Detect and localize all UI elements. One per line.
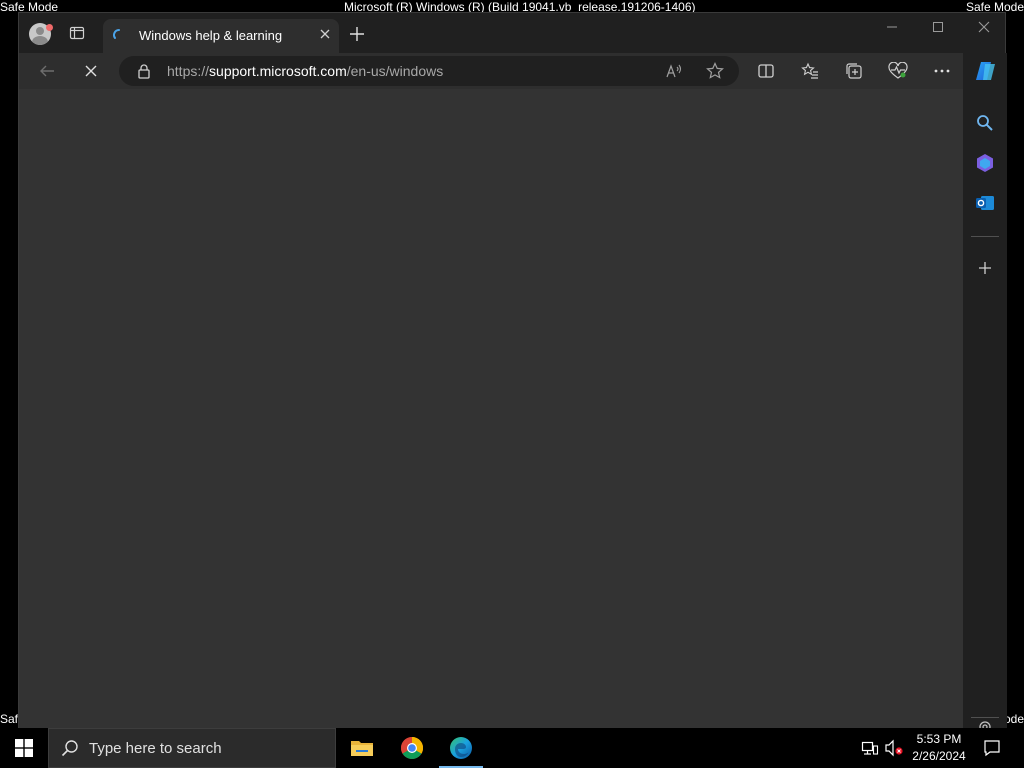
network-icon[interactable] xyxy=(860,738,880,758)
tab-actions-icon[interactable] xyxy=(69,25,85,41)
safe-mode-label-bottom-right: Safe Mode xyxy=(1004,712,1024,726)
url-path: /en-us/windows xyxy=(346,63,444,79)
stop-loading-button[interactable] xyxy=(77,57,105,85)
clock-time: 5:53 PM xyxy=(916,732,962,746)
url-scheme: https:// xyxy=(167,63,210,79)
favorites-icon[interactable] xyxy=(796,57,824,85)
chrome-icon[interactable] xyxy=(388,728,436,768)
navigation-toolbar: https://support.microsoft.com/en-us/wind… xyxy=(19,53,963,89)
loading-spinner-icon xyxy=(113,28,125,40)
start-button[interactable] xyxy=(0,728,48,768)
browser-window: Windows help & learning https://support.… xyxy=(18,12,1007,729)
close-window-button[interactable] xyxy=(961,13,1007,41)
favorite-star-icon[interactable] xyxy=(701,57,729,85)
collections-icon[interactable] xyxy=(840,57,868,85)
more-options-icon[interactable] xyxy=(928,57,956,85)
url-host: support.microsoft.com xyxy=(209,63,347,79)
windows-logo-icon xyxy=(15,739,33,757)
taskbar: Type here to search 5:53 PM 2/26/2024 xyxy=(0,728,1024,768)
clock-date: 2/26/2024 xyxy=(912,749,966,763)
lock-icon[interactable] xyxy=(137,63,151,84)
games-icon[interactable] xyxy=(971,149,999,177)
maximize-button[interactable] xyxy=(915,13,961,41)
outlook-icon[interactable] xyxy=(971,189,999,217)
taskbar-clock[interactable]: 5:53 PM 2/26/2024 xyxy=(908,731,970,765)
back-button[interactable] xyxy=(33,57,61,85)
tab-windows-help[interactable]: Windows help & learning xyxy=(103,19,339,53)
taskbar-search-box[interactable]: Type here to search xyxy=(48,728,336,768)
profile-notification-dot xyxy=(46,24,53,31)
sidebar-divider xyxy=(971,236,999,237)
address-bar[interactable]: https://support.microsoft.com/en-us/wind… xyxy=(119,56,739,86)
url-text[interactable]: https://support.microsoft.com/en-us/wind… xyxy=(167,63,443,79)
read-aloud-icon[interactable] xyxy=(661,57,689,85)
browser-essentials-icon[interactable] xyxy=(884,57,912,85)
safe-mode-label-bottom-left: Safe Mode xyxy=(0,712,18,726)
tab-close-icon[interactable] xyxy=(317,26,333,42)
sidebar-divider-bottom xyxy=(971,717,999,718)
minimize-button[interactable] xyxy=(869,13,915,41)
add-sidebar-app-icon[interactable] xyxy=(971,254,999,282)
search-sidebar-icon[interactable] xyxy=(971,109,999,137)
file-explorer-icon[interactable] xyxy=(338,728,386,768)
edge-sidebar xyxy=(963,53,1007,729)
notification-center-icon[interactable] xyxy=(982,738,1002,758)
search-icon xyxy=(61,739,79,762)
new-tab-button[interactable] xyxy=(349,26,365,42)
copilot-icon[interactable] xyxy=(971,57,999,85)
split-screen-icon[interactable] xyxy=(752,57,780,85)
tab-title: Windows help & learning xyxy=(139,28,283,43)
search-placeholder: Type here to search xyxy=(89,740,222,757)
tab-strip: Windows help & learning xyxy=(19,13,1005,53)
edge-icon[interactable] xyxy=(437,728,485,768)
volume-muted-icon[interactable] xyxy=(884,738,904,758)
page-content-area[interactable] xyxy=(19,89,963,729)
